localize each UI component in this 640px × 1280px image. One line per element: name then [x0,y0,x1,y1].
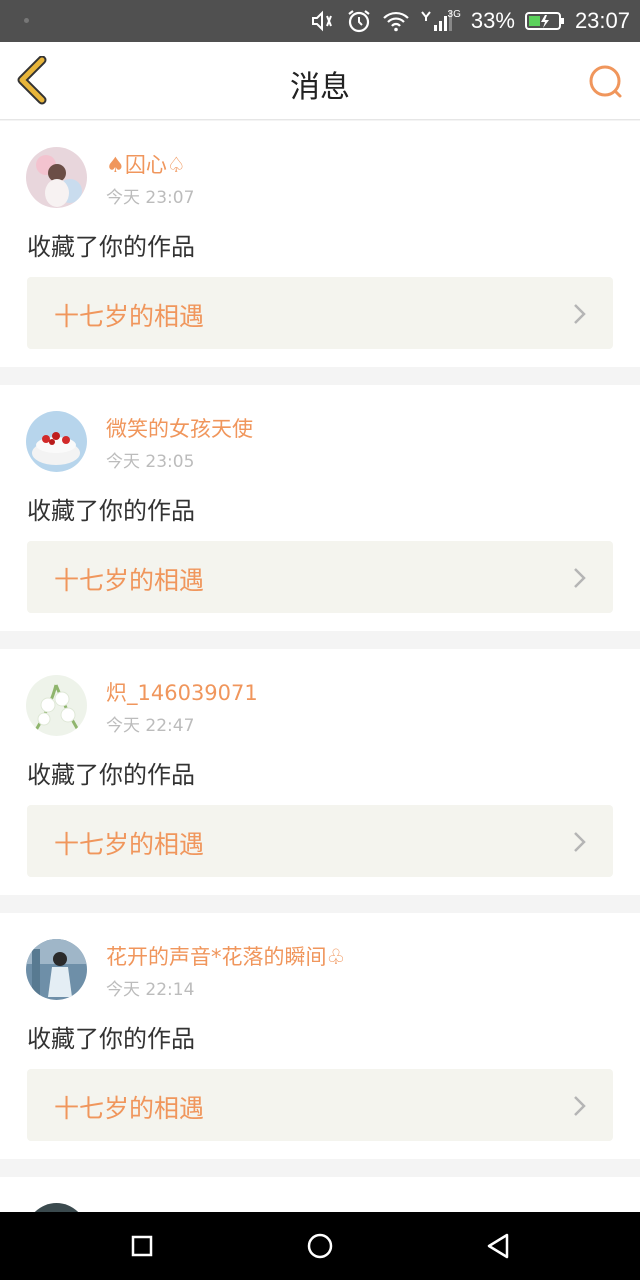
notification-dot [24,18,29,23]
message-card: 微笑的女孩天使 今天 23:05 收藏了你的作品 十七岁的相遇 [0,385,640,631]
network-type-label: 3G [447,8,461,20]
system-nav-bar [0,1212,640,1280]
work-link[interactable]: 十七岁的相遇 [27,1069,613,1141]
message-time: 今天 22:14 [106,980,195,1000]
alarm-icon [346,8,372,34]
message-card [0,1177,640,1264]
square-icon [131,1235,153,1257]
message-time: 今天 23:07 [106,188,195,208]
recents-button[interactable] [92,1212,192,1280]
avatar[interactable] [26,939,87,1000]
home-button[interactable] [270,1212,370,1280]
circle-icon [307,1233,333,1259]
triangle-back-icon [487,1233,509,1259]
battery-percent: 33% [470,8,515,33]
app-header: 消息 [0,42,640,120]
username[interactable]: 炽_146039071 [106,677,258,707]
back-nav-button[interactable] [448,1212,548,1280]
avatar[interactable] [26,411,87,472]
chevron-right-icon [574,568,586,588]
message-time: 今天 22:47 [106,716,195,736]
message-action-text: 收藏了你的作品 [27,1025,195,1053]
page-title: 消息 [290,70,350,105]
search-button[interactable] [586,62,626,102]
message-card: 花开的声音*花落的瞬间♧ 今天 22:14 收藏了你的作品 十七岁的相遇 [0,913,640,1159]
chevron-right-icon [574,1096,586,1116]
status-icons: 3G 33% 23:07 [310,0,630,42]
work-link[interactable]: 十七岁的相遇 [27,541,613,613]
avatar[interactable] [26,675,87,736]
chevron-right-icon [574,304,586,324]
message-action-text: 收藏了你的作品 [27,497,195,525]
battery-icon [524,11,565,31]
work-link[interactable]: 十七岁的相遇 [27,277,613,349]
username[interactable]: ♠囚心♤ [106,149,186,179]
work-title: 十七岁的相遇 [54,302,205,331]
message-action-text: 收藏了你的作品 [27,761,195,789]
signal-icon: 3G [420,9,461,33]
username[interactable]: 花开的声音*花落的瞬间♧ [106,941,345,971]
status-bar: 3G 33% 23:07 [0,0,640,42]
message-card: ♠囚心♤ 今天 23:07 收藏了你的作品 十七岁的相遇 [0,121,640,367]
message-time: 今天 23:05 [106,452,195,472]
username[interactable]: 微笑的女孩天使 [106,413,253,443]
message-card: 炽_146039071 今天 22:47 收藏了你的作品 十七岁的相遇 [0,649,640,895]
search-icon [589,65,622,98]
message-action-text: 收藏了你的作品 [27,233,195,261]
work-title: 十七岁的相遇 [54,566,205,595]
clock: 23:07 [574,8,630,33]
vibrate-icon [310,9,336,33]
work-link[interactable]: 十七岁的相遇 [27,805,613,877]
avatar[interactable] [26,147,87,208]
work-title: 十七岁的相遇 [54,830,205,859]
wifi-icon [382,10,410,32]
chevron-right-icon [574,832,586,852]
work-title: 十七岁的相遇 [54,1094,205,1123]
